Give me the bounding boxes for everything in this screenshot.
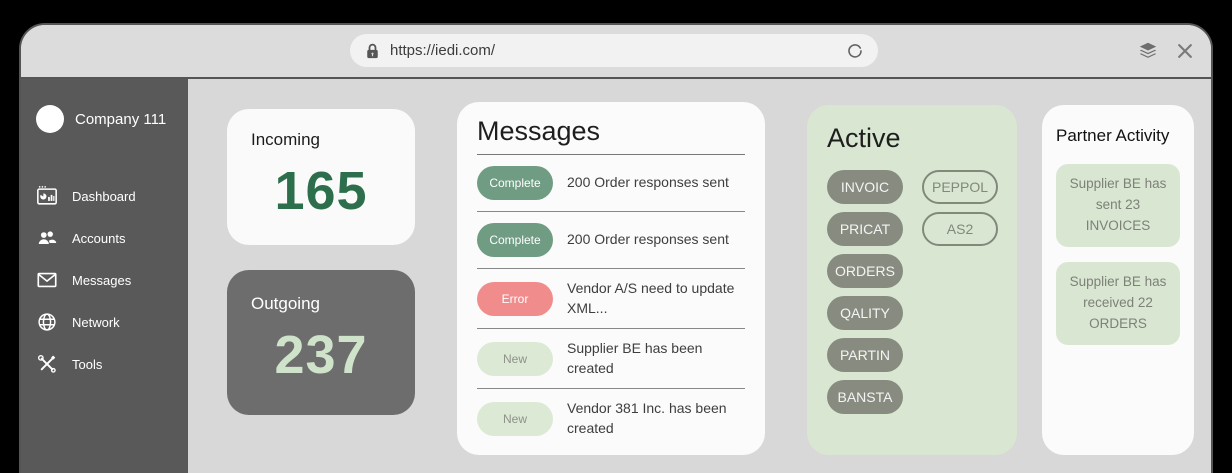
sidebar-item-accounts[interactable]: Accounts (21, 217, 188, 259)
active-card: Active INVOIC PRICAT ORDERS QALITY PARTI… (807, 105, 1017, 455)
doc-type-pill[interactable]: ORDERS (827, 254, 903, 288)
message-row[interactable]: New Vendor 381 Inc. has been created (477, 389, 745, 448)
outgoing-value: 237 (251, 324, 391, 386)
sidebar-item-network[interactable]: Network (21, 301, 188, 343)
status-badge: New (477, 342, 553, 376)
status-badge: Error (477, 282, 553, 316)
sidebar-item-tools[interactable]: Tools (21, 343, 188, 385)
layers-icon[interactable] (1137, 40, 1159, 62)
doc-type-pill[interactable]: PARTIN (827, 338, 903, 372)
partner-activity-item: Supplier BE has sent 23 INVOICES (1056, 164, 1180, 247)
message-row[interactable]: New Supplier BE has been created (477, 329, 745, 389)
sidebar-item-messages[interactable]: Messages (21, 259, 188, 301)
message-text: Vendor 381 Inc. has been created (567, 399, 745, 438)
doc-type-pill[interactable]: INVOIC (827, 170, 903, 204)
browser-topbar: https://iedi.com/ (21, 25, 1211, 79)
sidebar-menu: Dashboard Accounts (21, 175, 188, 385)
doc-type-pill[interactable]: PRICAT (827, 212, 903, 246)
message-row[interactable]: Complete 200 Order responses sent (477, 212, 745, 269)
active-doc-types: INVOIC PRICAT ORDERS QALITY PARTIN BANST… (827, 170, 903, 414)
messages-card: Messages Complete 200 Order responses se… (457, 102, 765, 455)
avatar (36, 105, 64, 133)
doc-type-pill[interactable]: BANSTA (827, 380, 903, 414)
message-text: 200 Order responses sent (567, 173, 729, 193)
message-text: Supplier BE has been created (567, 339, 745, 378)
message-row[interactable]: Error Vendor A/S need to update XML... (477, 269, 745, 329)
app-body: Company 111 D (21, 79, 1211, 473)
accounts-icon (36, 227, 58, 249)
dashboard-main: Incoming 165 Outgoing 237 Messages Compl… (188, 79, 1211, 473)
active-pills: INVOIC PRICAT ORDERS QALITY PARTIN BANST… (827, 170, 997, 414)
sidebar-item-label: Dashboard (72, 189, 136, 204)
globe-icon (36, 311, 58, 333)
protocol-pill[interactable]: AS2 (922, 212, 998, 246)
outgoing-label: Outgoing (251, 294, 391, 314)
incoming-label: Incoming (251, 130, 391, 150)
url-text[interactable]: https://iedi.com/ (390, 42, 495, 59)
active-title: Active (827, 123, 997, 154)
refresh-icon[interactable] (846, 42, 864, 60)
incoming-card: Incoming 165 (227, 109, 415, 245)
sidebar: Company 111 D (21, 79, 188, 473)
browser-window: https://iedi.com/ (19, 23, 1213, 473)
protocol-pill[interactable]: PEPPOL (922, 170, 998, 204)
envelope-icon (36, 269, 58, 291)
message-text: 200 Order responses sent (567, 230, 729, 250)
sidebar-item-label: Accounts (72, 231, 125, 246)
dashboard-icon (36, 185, 58, 207)
url-bar[interactable]: https://iedi.com/ (350, 34, 878, 67)
message-row[interactable]: Complete 200 Order responses sent (477, 155, 745, 212)
status-badge: New (477, 402, 553, 436)
message-text: Vendor A/S need to update XML... (567, 279, 745, 318)
tools-icon (36, 353, 58, 375)
sidebar-item-dashboard[interactable]: Dashboard (21, 175, 188, 217)
topbar-actions (1137, 25, 1195, 77)
status-badge: Complete (477, 223, 553, 257)
company-profile[interactable]: Company 111 (21, 105, 188, 133)
outgoing-card: Outgoing 237 (227, 270, 415, 415)
status-badge: Complete (477, 166, 553, 200)
partner-activity-card: Partner Activity Supplier BE has sent 23… (1042, 105, 1194, 455)
active-protocols: PEPPOL AS2 (922, 170, 998, 414)
doc-type-pill[interactable]: QALITY (827, 296, 903, 330)
lock-icon (364, 42, 381, 60)
partner-activity-title: Partner Activity (1056, 123, 1180, 149)
partner-activity-item: Supplier BE has received 22 ORDERS (1056, 262, 1180, 345)
company-name: Company 111 (75, 111, 166, 128)
close-icon[interactable] (1175, 41, 1195, 61)
sidebar-item-label: Tools (72, 357, 102, 372)
messages-title: Messages (477, 116, 745, 147)
incoming-value: 165 (251, 160, 391, 222)
sidebar-item-label: Messages (72, 273, 131, 288)
sidebar-item-label: Network (72, 315, 120, 330)
